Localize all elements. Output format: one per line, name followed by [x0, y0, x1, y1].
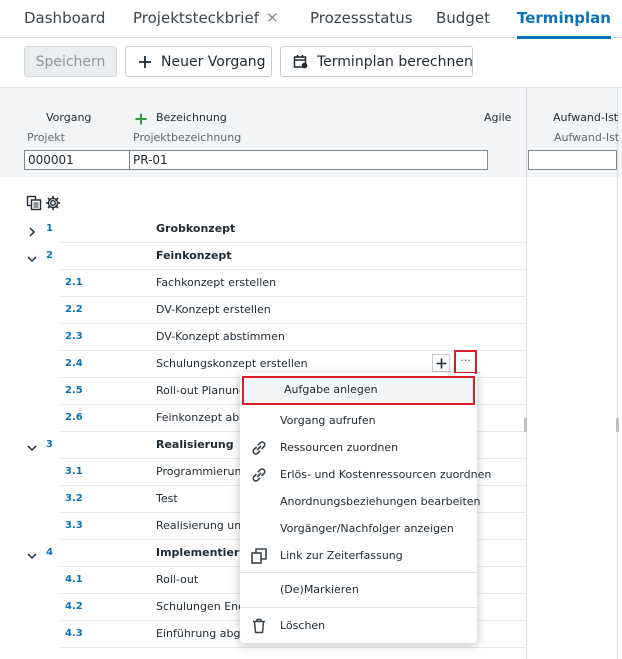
- column-divider[interactable]: [617, 87, 618, 659]
- table-row[interactable]: 2 Feinkonzept: [0, 243, 526, 270]
- table-row[interactable]: 1 Grobkonzept: [0, 216, 526, 243]
- copy-icon: [250, 547, 268, 568]
- table-row[interactable]: 2.3 DV-Konzept abstimmen: [0, 324, 526, 351]
- close-icon[interactable]: ✕: [266, 9, 279, 27]
- trash-icon: [250, 617, 268, 638]
- chevron-down-icon[interactable]: [27, 547, 37, 560]
- tab-projektsteckbrief[interactable]: Projektsteckbrief ✕: [133, 0, 279, 38]
- new-task-button[interactable]: Neuer Vorgang: [125, 46, 272, 77]
- column-header-bezeichnung[interactable]: Bezeichnung: [156, 111, 227, 124]
- menu-item-loeschen[interactable]: Löschen: [240, 612, 477, 639]
- aufwand-ist-field[interactable]: [528, 150, 617, 170]
- plus-icon: [138, 55, 152, 69]
- copy-structure-icon[interactable]: [26, 195, 42, 215]
- plus-icon: [436, 354, 447, 373]
- column-header-vorgang[interactable]: Vorgang: [46, 111, 91, 124]
- menu-item-markieren[interactable]: (De)Markieren: [240, 576, 477, 603]
- more-actions-button[interactable]: ···: [454, 350, 477, 374]
- label-projekt: Projekt: [27, 131, 65, 144]
- link-icon: [250, 466, 268, 487]
- project-name-field[interactable]: PR-01: [129, 150, 488, 170]
- label-aufwand-ist: Aufwand-Ist: [554, 131, 620, 144]
- resize-handle[interactable]: [616, 418, 619, 432]
- menu-item-link-zeiterfassung[interactable]: Link zur Zeiterfassung: [240, 542, 477, 569]
- tab-bar: Dashboard Projektsteckbrief ✕ Prozessstat…: [0, 0, 622, 39]
- menu-divider: [240, 607, 477, 608]
- tab-dashboard[interactable]: Dashboard: [24, 0, 105, 38]
- add-column-icon[interactable]: [135, 110, 147, 129]
- link-icon: [250, 439, 268, 460]
- calendar-icon: [293, 54, 308, 69]
- chevron-down-icon[interactable]: [27, 439, 37, 452]
- menu-item-vorgang-aufrufen[interactable]: Vorgang aufrufen: [240, 407, 477, 434]
- menu-divider: [240, 572, 477, 573]
- table-row[interactable]: 2.2 DV-Konzept erstellen: [0, 297, 526, 324]
- column-header-agile[interactable]: Agile: [484, 111, 511, 124]
- menu-item-erloes-kostenressourcen[interactable]: Erlös- und Kostenressourcen zuordnen: [240, 461, 491, 488]
- column-header-aufwand-ist[interactable]: Aufwand-Ist: [553, 111, 618, 124]
- save-button[interactable]: Speichern: [24, 46, 117, 77]
- menu-item-aufgabe-anlegen[interactable]: Aufgabe anlegen: [242, 376, 475, 405]
- label-projektbezeichnung: Projektbezeichnung: [133, 131, 242, 144]
- add-subtask-button[interactable]: [432, 354, 450, 372]
- project-number-field[interactable]: 000001: [24, 150, 130, 170]
- menu-item-vorgaenger-nachfolger[interactable]: Vorgänger/Nachfolger anzeigen: [240, 515, 477, 542]
- menu-item-ressourcen-zuordnen[interactable]: Ressourcen zuordnen: [240, 434, 477, 461]
- column-divider[interactable]: [526, 87, 527, 659]
- menu-item-anordnungsbeziehungen[interactable]: Anordnungsbeziehungen bearbeiten: [240, 488, 481, 515]
- tab-terminplan[interactable]: Terminplan: [517, 0, 611, 39]
- tree-tools: [26, 195, 61, 215]
- calculate-schedule-button[interactable]: Terminplan berechnen: [280, 46, 473, 77]
- resize-handle[interactable]: [524, 418, 527, 432]
- gear-icon[interactable]: [45, 195, 61, 215]
- toolbar: Speichern Neuer Vorgang Terminplan berec…: [0, 38, 622, 86]
- tab-prozessstatus[interactable]: Prozessstatus: [310, 0, 413, 38]
- context-menu: Aufgabe anlegen Vorgang aufrufen Ressour…: [240, 373, 491, 643]
- chevron-down-icon[interactable]: [27, 250, 37, 263]
- tab-budget[interactable]: Budget: [436, 0, 490, 38]
- chevron-right-icon[interactable]: [27, 223, 37, 237]
- table-row[interactable]: 2.1 Fachkonzept erstellen: [0, 270, 526, 297]
